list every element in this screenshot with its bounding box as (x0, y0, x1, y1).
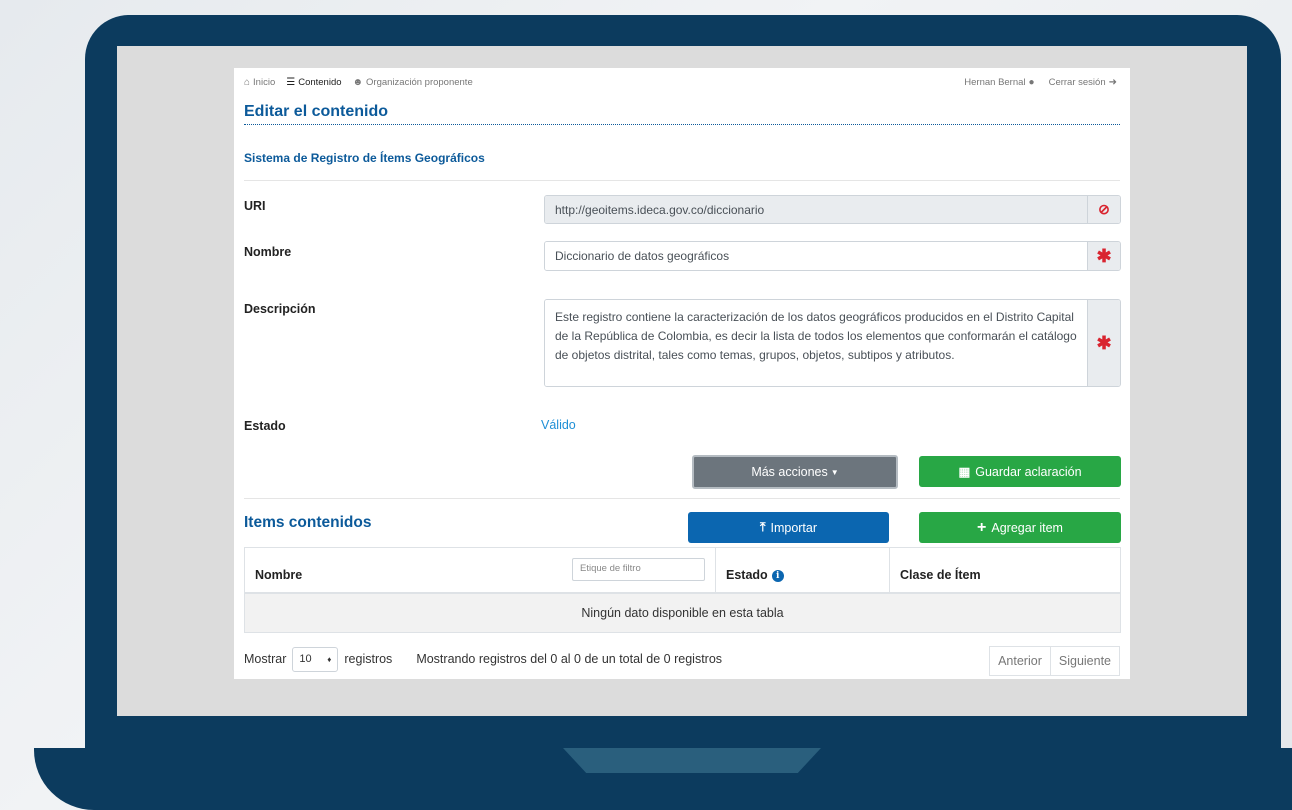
divider (244, 498, 1120, 499)
section-title: Sistema de Registro de Ítems Geográficos (244, 151, 485, 165)
top-navigation: ⌂ Inicio ☰ Contenido ☻ Organización prop… (244, 74, 1120, 90)
estado-label: Estado (244, 419, 286, 433)
plus-icon: + (977, 518, 987, 536)
nav-contenido[interactable]: ☰ Contenido (286, 77, 341, 88)
descripcion-field-group: Este registro contiene la caracterizació… (544, 299, 1121, 387)
estado-value: Válido (541, 418, 576, 432)
column-estado[interactable]: Estado i (716, 548, 890, 592)
page-title: Editar el contenido (244, 103, 1120, 125)
descripcion-label: Descripción (244, 302, 316, 316)
nav-inicio[interactable]: ⌂ Inicio (244, 77, 275, 88)
agregar-item-button[interactable]: + Agregar item (919, 512, 1121, 543)
user-icon: ● (1028, 76, 1035, 88)
column-nombre[interactable]: Nombre Etique de filtro (245, 548, 716, 592)
sign-out-icon: ➜ (1108, 76, 1117, 88)
anterior-button[interactable]: Anterior (989, 646, 1051, 676)
save-icon: ▦ (958, 465, 971, 479)
user-menu[interactable]: Hernan Bernal ● (964, 77, 1037, 88)
home-icon: ⌂ (244, 76, 251, 88)
logout-link[interactable]: Cerrar sesión ➜ (1049, 77, 1120, 88)
page-length-select[interactable]: 10 ♦ (292, 646, 339, 672)
nav-organizacion[interactable]: ☻ Organización proponente (353, 77, 473, 88)
uri-field[interactable]: http://geoitems.ideca.gov.co/diccionario (545, 196, 1087, 223)
table-header: Nombre Etique de filtro Estado i Clase d… (245, 548, 1120, 594)
importar-button[interactable]: ⤒ Importar (688, 512, 889, 543)
caret-down-icon: ▼ (830, 467, 839, 477)
disabled-icon: ⊘ (1087, 196, 1120, 223)
upload-icon: ⤒ (759, 520, 766, 534)
list-icon: ☰ (286, 76, 296, 88)
table-info: Mostrando registros del 0 al 0 de un tot… (416, 652, 723, 666)
required-asterisk-icon: ✱ (1087, 300, 1120, 386)
user-plus-icon: ☻ (352, 76, 364, 88)
table-footer: Mostrar 10 ♦ registros Mostrando registr… (244, 646, 1120, 676)
column-clase[interactable]: Clase de Ítem (890, 548, 1120, 592)
divider (244, 180, 1120, 181)
info-icon[interactable]: i (771, 570, 784, 582)
guardar-aclaracion-button[interactable]: ▦ Guardar aclaración (919, 456, 1121, 487)
mostrar-label: Mostrar (244, 652, 287, 666)
pagination: Anterior Siguiente (989, 646, 1120, 676)
siguiente-button[interactable]: Siguiente (1050, 646, 1120, 676)
empty-table-message: Ningún dato disponible en esta tabla (245, 594, 1120, 632)
descripcion-field[interactable]: Este registro contiene la caracterizació… (545, 300, 1087, 386)
uri-label: URI (244, 199, 266, 213)
mas-acciones-dropdown[interactable]: Más acciones ▼ (692, 455, 898, 489)
registros-label: registros (344, 652, 393, 666)
uri-field-group: http://geoitems.ideca.gov.co/diccionario… (544, 195, 1121, 224)
nombre-label: Nombre (244, 245, 292, 259)
laptop-notch (563, 748, 821, 773)
sort-icon: ♦ (327, 654, 332, 664)
items-table: Nombre Etique de filtro Estado i Clase d… (244, 547, 1121, 633)
required-asterisk-icon: ✱ (1087, 242, 1120, 270)
filter-input[interactable]: Etique de filtro (572, 558, 705, 581)
nombre-field-group: Diccionario de datos geográficos ✱ (544, 241, 1121, 271)
items-title: Items contenidos (244, 514, 372, 531)
app-window: ⌂ Inicio ☰ Contenido ☻ Organización prop… (234, 68, 1130, 679)
nombre-field[interactable]: Diccionario de datos geográficos (545, 242, 1087, 270)
